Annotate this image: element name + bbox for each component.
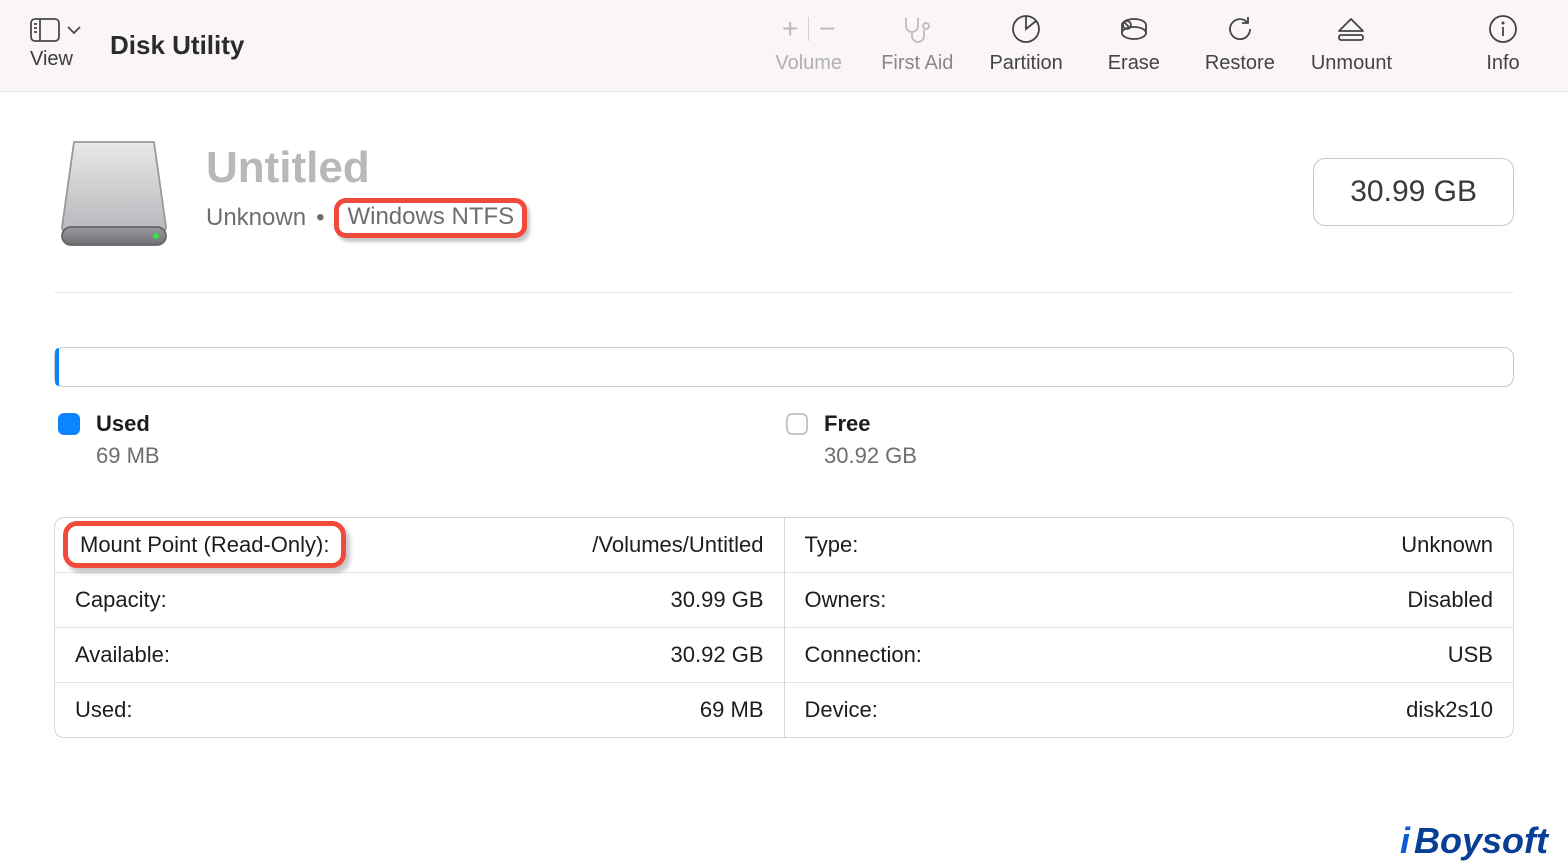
free-label: Free <box>824 411 917 437</box>
detail-row: Type: Unknown <box>785 518 1514 573</box>
detail-row: Owners: Disabled <box>785 573 1514 628</box>
used-value: 69 MB <box>96 443 160 469</box>
detail-row: Mount Point (Read-Only): /Volumes/Untitl… <box>55 518 784 573</box>
info-button[interactable]: Info <box>1468 12 1538 75</box>
disk-status: Unknown <box>206 204 306 232</box>
stethoscope-icon <box>900 14 934 44</box>
detail-row: Available: 30.92 GB <box>55 628 784 683</box>
used-label: Used <box>96 411 160 437</box>
details-panel: Mount Point (Read-Only): /Volumes/Untitl… <box>54 517 1514 738</box>
usage-bar <box>54 347 1514 387</box>
mount-point-value: /Volumes/Untitled <box>592 532 763 558</box>
disk-name: Untitled <box>206 146 1281 190</box>
free-swatch <box>786 413 808 435</box>
disk-header: Untitled Unknown • Windows NTFS 30.99 GB <box>54 132 1514 293</box>
free-value: 30.92 GB <box>824 443 917 469</box>
volume-button: + − Volume <box>772 12 845 75</box>
volume-label: Volume <box>775 52 842 75</box>
unmount-button[interactable]: Unmount <box>1311 12 1392 75</box>
disk-size-badge: 30.99 GB <box>1313 158 1514 226</box>
minus-icon: − <box>809 12 845 46</box>
restore-label: Restore <box>1205 52 1275 75</box>
used-swatch <box>58 413 80 435</box>
detail-row: Used: 69 MB <box>55 683 784 737</box>
usage-legend: Used 69 MB Free 30.92 GB <box>54 411 1514 469</box>
app-title: Disk Utility <box>110 32 244 58</box>
restore-icon <box>1224 13 1256 45</box>
toolbar: View Disk Utility + − Volume First Aid P… <box>0 0 1568 92</box>
unmount-label: Unmount <box>1311 52 1392 75</box>
view-button[interactable]: View <box>30 18 82 71</box>
pie-icon <box>1010 13 1042 45</box>
watermark: iBoysoft <box>1400 820 1548 862</box>
plus-icon: + <box>772 12 808 46</box>
disk-filesystem: Windows NTFS <box>334 198 527 238</box>
first-aid-label: First Aid <box>881 52 953 75</box>
sidebar-icon <box>30 18 60 42</box>
disk-icon <box>54 132 174 252</box>
partition-label: Partition <box>989 52 1062 75</box>
detail-row: Capacity: 30.99 GB <box>55 573 784 628</box>
detail-row: Device: disk2s10 <box>785 683 1514 737</box>
view-label: View <box>30 48 73 71</box>
first-aid-button: First Aid <box>881 12 953 75</box>
detail-row: Connection: USB <box>785 628 1514 683</box>
chevron-down-icon <box>66 25 82 35</box>
info-icon <box>1488 14 1518 44</box>
eject-icon <box>1335 15 1367 43</box>
restore-button[interactable]: Restore <box>1205 12 1275 75</box>
erase-icon <box>1116 15 1152 43</box>
info-label: Info <box>1486 52 1519 75</box>
content: Untitled Unknown • Windows NTFS 30.99 GB… <box>0 92 1568 738</box>
erase-label: Erase <box>1108 52 1160 75</box>
partition-button[interactable]: Partition <box>989 12 1062 75</box>
erase-button[interactable]: Erase <box>1099 12 1169 75</box>
mount-point-label: Mount Point (Read-Only): <box>63 521 346 568</box>
